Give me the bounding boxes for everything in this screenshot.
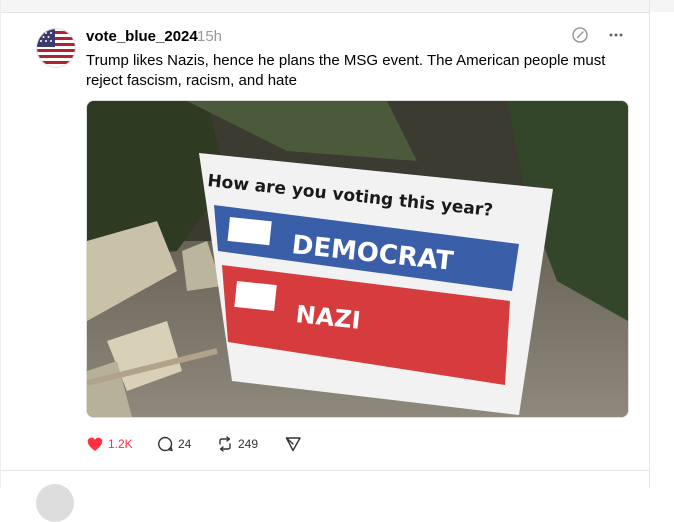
comment-icon xyxy=(158,436,173,452)
share-icon xyxy=(285,437,301,452)
feed-divider-bottom xyxy=(1,470,649,471)
repost-button[interactable]: 249 xyxy=(216,434,258,454)
post-username[interactable]: vote_blue_2024 xyxy=(86,28,198,45)
edit-icon[interactable] xyxy=(571,26,589,44)
heart-icon xyxy=(87,437,103,451)
like-count: 1.2K xyxy=(108,437,133,451)
more-icon[interactable] xyxy=(607,26,625,44)
post-image[interactable]: How are you voting this year? DEMOCRAT N… xyxy=(86,100,629,418)
feed-divider-top xyxy=(1,12,649,13)
like-button[interactable]: 1.2K xyxy=(86,434,133,454)
post-text: Trump likes Nazis, hence he plans the MS… xyxy=(86,52,606,89)
right-border xyxy=(649,0,650,488)
post-timestamp[interactable]: 15h xyxy=(197,28,222,45)
reply-count: 24 xyxy=(178,437,192,451)
repost-count: 249 xyxy=(238,437,259,451)
window-top-bar xyxy=(0,0,674,12)
repost-icon xyxy=(219,436,231,452)
left-border xyxy=(0,0,1,488)
user-avatar[interactable] xyxy=(36,28,76,68)
share-button[interactable] xyxy=(284,434,302,454)
next-post-avatar[interactable] xyxy=(36,484,74,522)
reply-button[interactable]: 24 xyxy=(156,434,191,454)
yard-sign: How are you voting this year? DEMOCRAT N… xyxy=(199,153,553,415)
